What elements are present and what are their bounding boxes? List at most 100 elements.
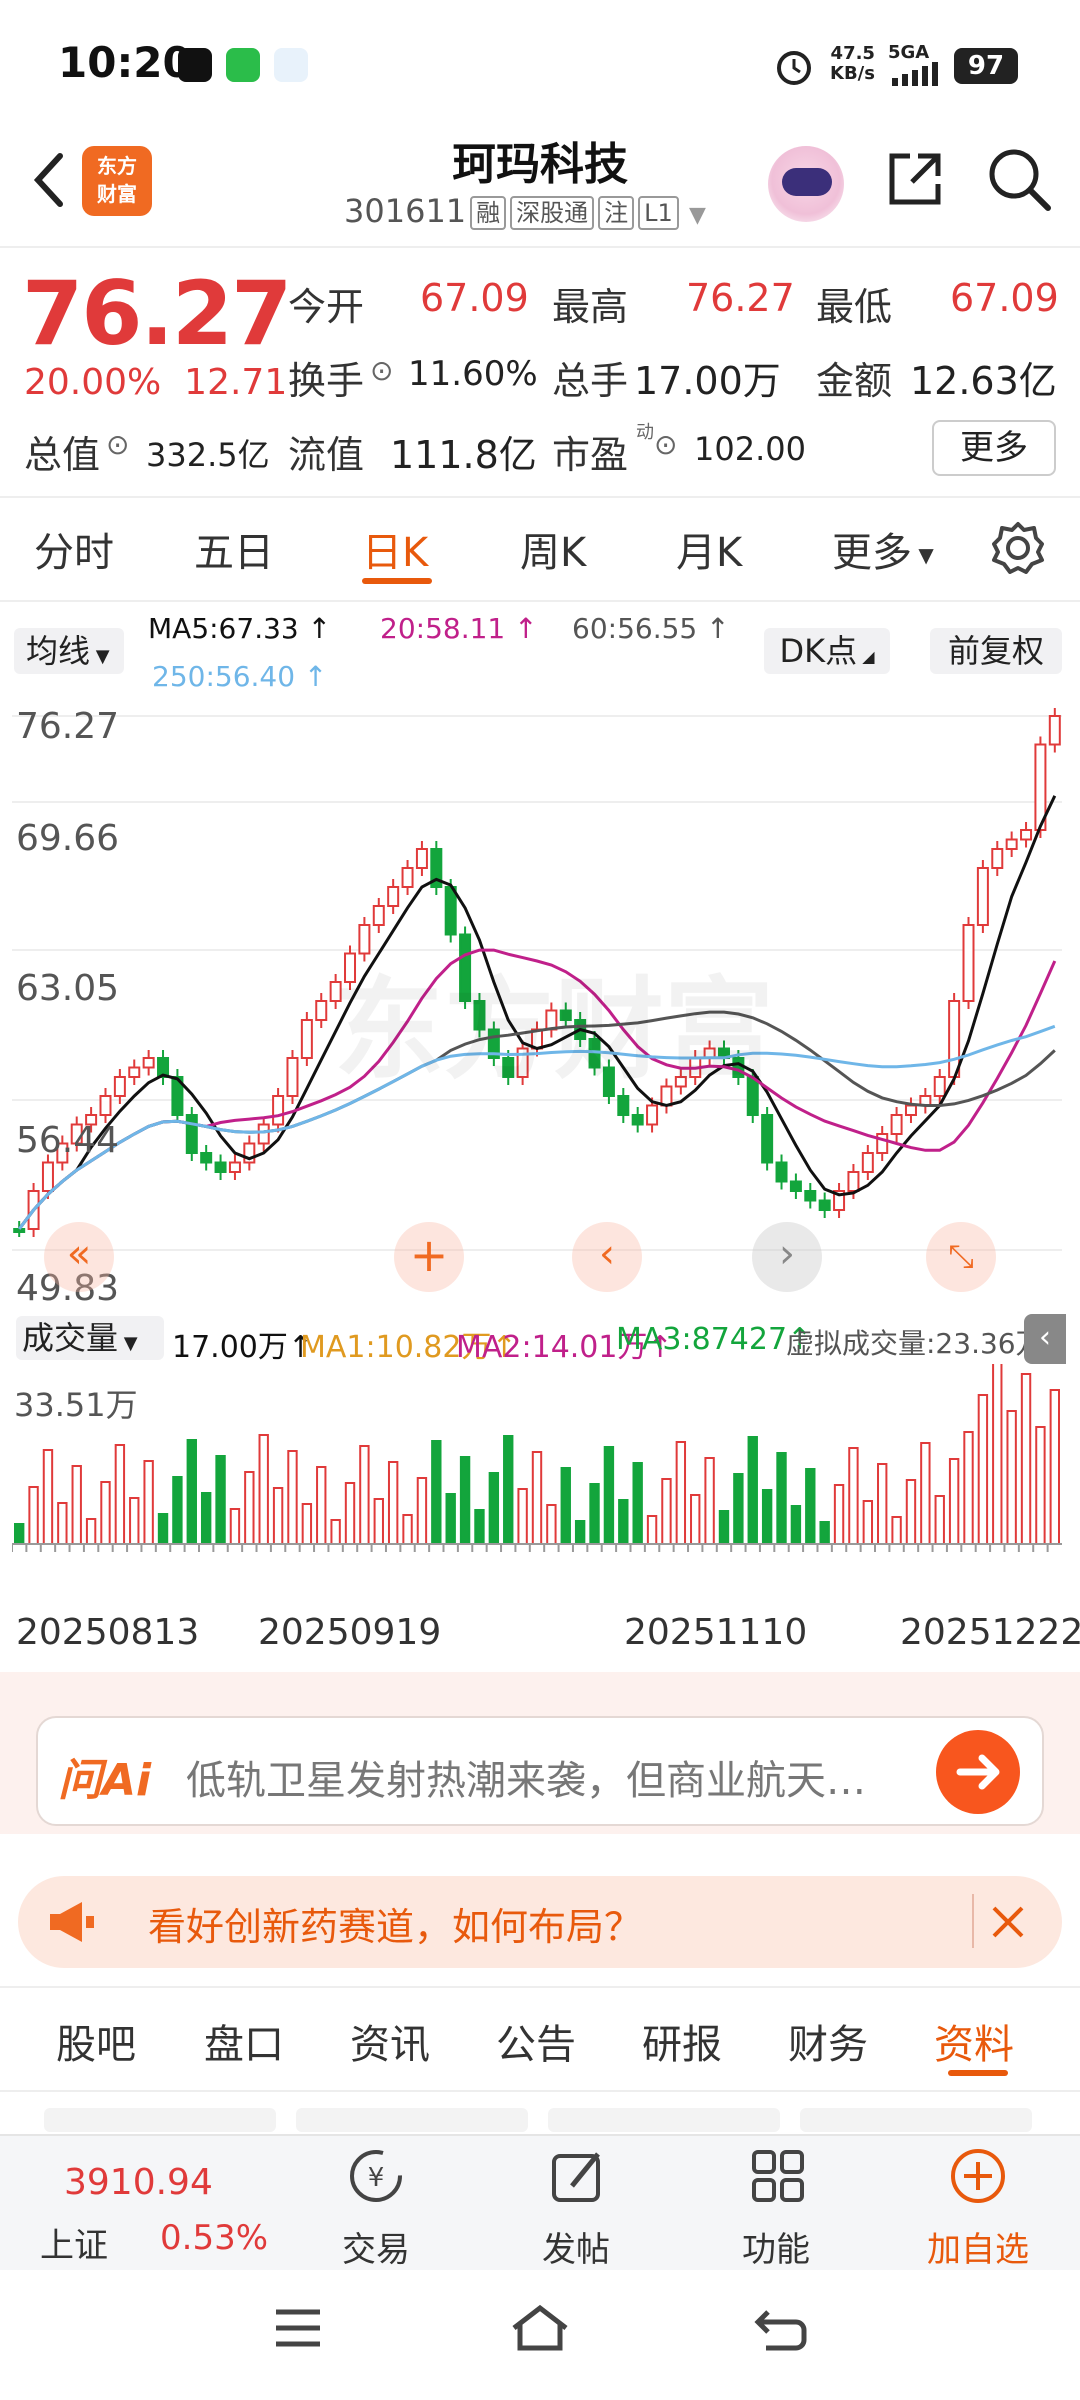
trade-icon[interactable]: ¥ <box>346 2146 406 2206</box>
tab-intraday[interactable]: 分时 <box>34 520 114 578</box>
back-arrow-icon[interactable] <box>28 150 72 210</box>
adjust-mode-toggle[interactable]: 前复权 <box>930 628 1062 674</box>
add-watchlist-icon[interactable] <box>948 2146 1008 2206</box>
nav-functions[interactable]: 功能 <box>706 2222 846 2271</box>
info-icon[interactable]: ⊙ <box>106 428 129 461</box>
volume-bar <box>42 1449 54 1545</box>
pe-value: 102.00 <box>694 430 806 468</box>
alarm-icon <box>777 51 811 85</box>
mktcap-value: 332.5亿 <box>146 436 270 474</box>
index-change[interactable]: 0.53% <box>160 2218 268 2258</box>
volume-bar <box>963 1431 974 1545</box>
high-value: 76.27 <box>686 276 795 320</box>
volume-bar <box>402 1514 413 1545</box>
tab-announcements[interactable]: 公告 <box>496 2012 576 2070</box>
tab-daily-k[interactable]: 日K <box>362 520 428 578</box>
volume-bar <box>1049 1389 1061 1545</box>
volume-bar <box>200 1492 212 1545</box>
placeholder-card <box>548 2108 780 2132</box>
scroll-far-left-button[interactable]: « <box>44 1222 114 1292</box>
ai-submit-button[interactable] <box>936 1730 1020 1814</box>
share-icon[interactable] <box>884 148 946 210</box>
back-icon[interactable] <box>752 2304 808 2352</box>
stock-code-row: 301611 融深股通注 L1 ▼ <box>344 192 706 230</box>
scroll-left-button[interactable]: ‹ <box>572 1222 642 1292</box>
dropdown-caret-icon[interactable]: ▼ <box>689 203 706 228</box>
info-icon[interactable]: ⊙ <box>370 354 393 387</box>
last-price: 76.27 <box>22 262 292 365</box>
brand-logo: 东方 财富 <box>82 146 152 216</box>
tab-more[interactable]: 更多 ▼ <box>832 520 934 578</box>
nav-add-watchlist[interactable]: 加自选 <box>908 2222 1048 2271</box>
ma-selector[interactable]: 均线 ▼ <box>14 628 124 674</box>
nav-post[interactable]: 发帖 <box>506 2222 646 2271</box>
home-icon[interactable] <box>508 2302 572 2354</box>
volume-bar <box>589 1483 600 1545</box>
zoom-in-button[interactable]: + <box>394 1222 464 1292</box>
volume-bar <box>1006 1410 1017 1545</box>
volume-bar <box>992 1364 1003 1545</box>
candlestick <box>113 1069 126 1104</box>
volume-indicator-selector[interactable]: 成交量 ▼ <box>16 1316 164 1360</box>
tab-monthly-k[interactable]: 月K <box>676 520 742 578</box>
promo-text[interactable]: 看好创新药赛道，如何布局？ <box>148 1896 642 1951</box>
tab-news[interactable]: 资讯 <box>350 2012 430 2070</box>
volume-bar <box>100 1481 111 1545</box>
index-name[interactable]: 上证 <box>40 2218 108 2267</box>
index-value[interactable]: 3910.94 <box>64 2162 213 2203</box>
volume-bar <box>819 1521 830 1545</box>
volume-bar <box>977 1394 989 1545</box>
ma60-value: 60:56.55 ↑ <box>572 612 730 645</box>
close-icon[interactable] <box>990 1904 1026 1940</box>
dk-point-toggle[interactable]: DK点 ◢ <box>764 628 890 674</box>
collapse-panel-button[interactable]: ‹ <box>1024 1314 1066 1364</box>
volume-bar <box>905 1479 917 1545</box>
candlestick <box>243 1135 256 1171</box>
ma20-value: 20:58.11 ↑ <box>380 612 538 645</box>
volume-chart[interactable] <box>12 1364 1062 1600</box>
fullscreen-button[interactable]: ⤡ <box>926 1222 996 1292</box>
candlestick <box>1048 708 1061 753</box>
volume-bar <box>805 1468 816 1545</box>
tab-five-day[interactable]: 五日 <box>194 520 274 578</box>
volume-label: 总手 <box>552 359 629 403</box>
candlestick <box>1020 822 1033 848</box>
scroll-right-button[interactable]: › <box>752 1222 822 1292</box>
volume-bar <box>344 1482 356 1545</box>
nav-trade[interactable]: 交易 <box>306 2222 446 2271</box>
notification-icon <box>274 48 308 82</box>
tab-forum[interactable]: 股吧 <box>56 2012 136 2070</box>
open-label: 今开 <box>288 285 365 329</box>
tab-financials[interactable]: 财务 <box>788 2012 868 2070</box>
volume-bar <box>244 1471 255 1545</box>
volume-value: 17.00万↑ <box>172 1330 314 1365</box>
candlestick <box>761 1107 774 1171</box>
volume-bar <box>1035 1426 1046 1545</box>
candlestick <box>919 1088 932 1114</box>
tab-weekly-k[interactable]: 周K <box>520 520 586 578</box>
date-label: 20251222 <box>900 1612 1080 1653</box>
tab-order-book[interactable]: 盘口 <box>204 2012 284 2070</box>
candlestick <box>200 1145 213 1171</box>
amount-label: 金额 <box>816 359 893 403</box>
more-button[interactable]: 更多 <box>932 420 1056 476</box>
gear-icon[interactable] <box>990 520 1046 576</box>
arrow-right-icon <box>956 1754 1000 1790</box>
volume-bar <box>690 1494 701 1545</box>
candlestick <box>214 1154 227 1180</box>
info-icon[interactable]: ⊙ <box>654 428 677 461</box>
post-icon[interactable] <box>548 2146 608 2206</box>
candlestick <box>430 841 443 895</box>
volume-bar <box>445 1493 456 1545</box>
volume-bar <box>877 1463 888 1545</box>
tab-profile[interactable]: 资料 <box>934 2012 1014 2070</box>
candlestick <box>257 1116 270 1152</box>
volume-bar <box>488 1472 500 1545</box>
tab-research[interactable]: 研报 <box>642 2012 722 2070</box>
volume-bar <box>833 1484 845 1545</box>
ai-prompt-text[interactable]: 低轨卫星发射热潮来袭，但商业航天… <box>186 1748 906 1806</box>
candlestick <box>1005 831 1018 857</box>
functions-icon[interactable] <box>748 2146 808 2206</box>
search-icon[interactable] <box>986 146 1052 212</box>
menu-icon[interactable] <box>272 2306 324 2350</box>
